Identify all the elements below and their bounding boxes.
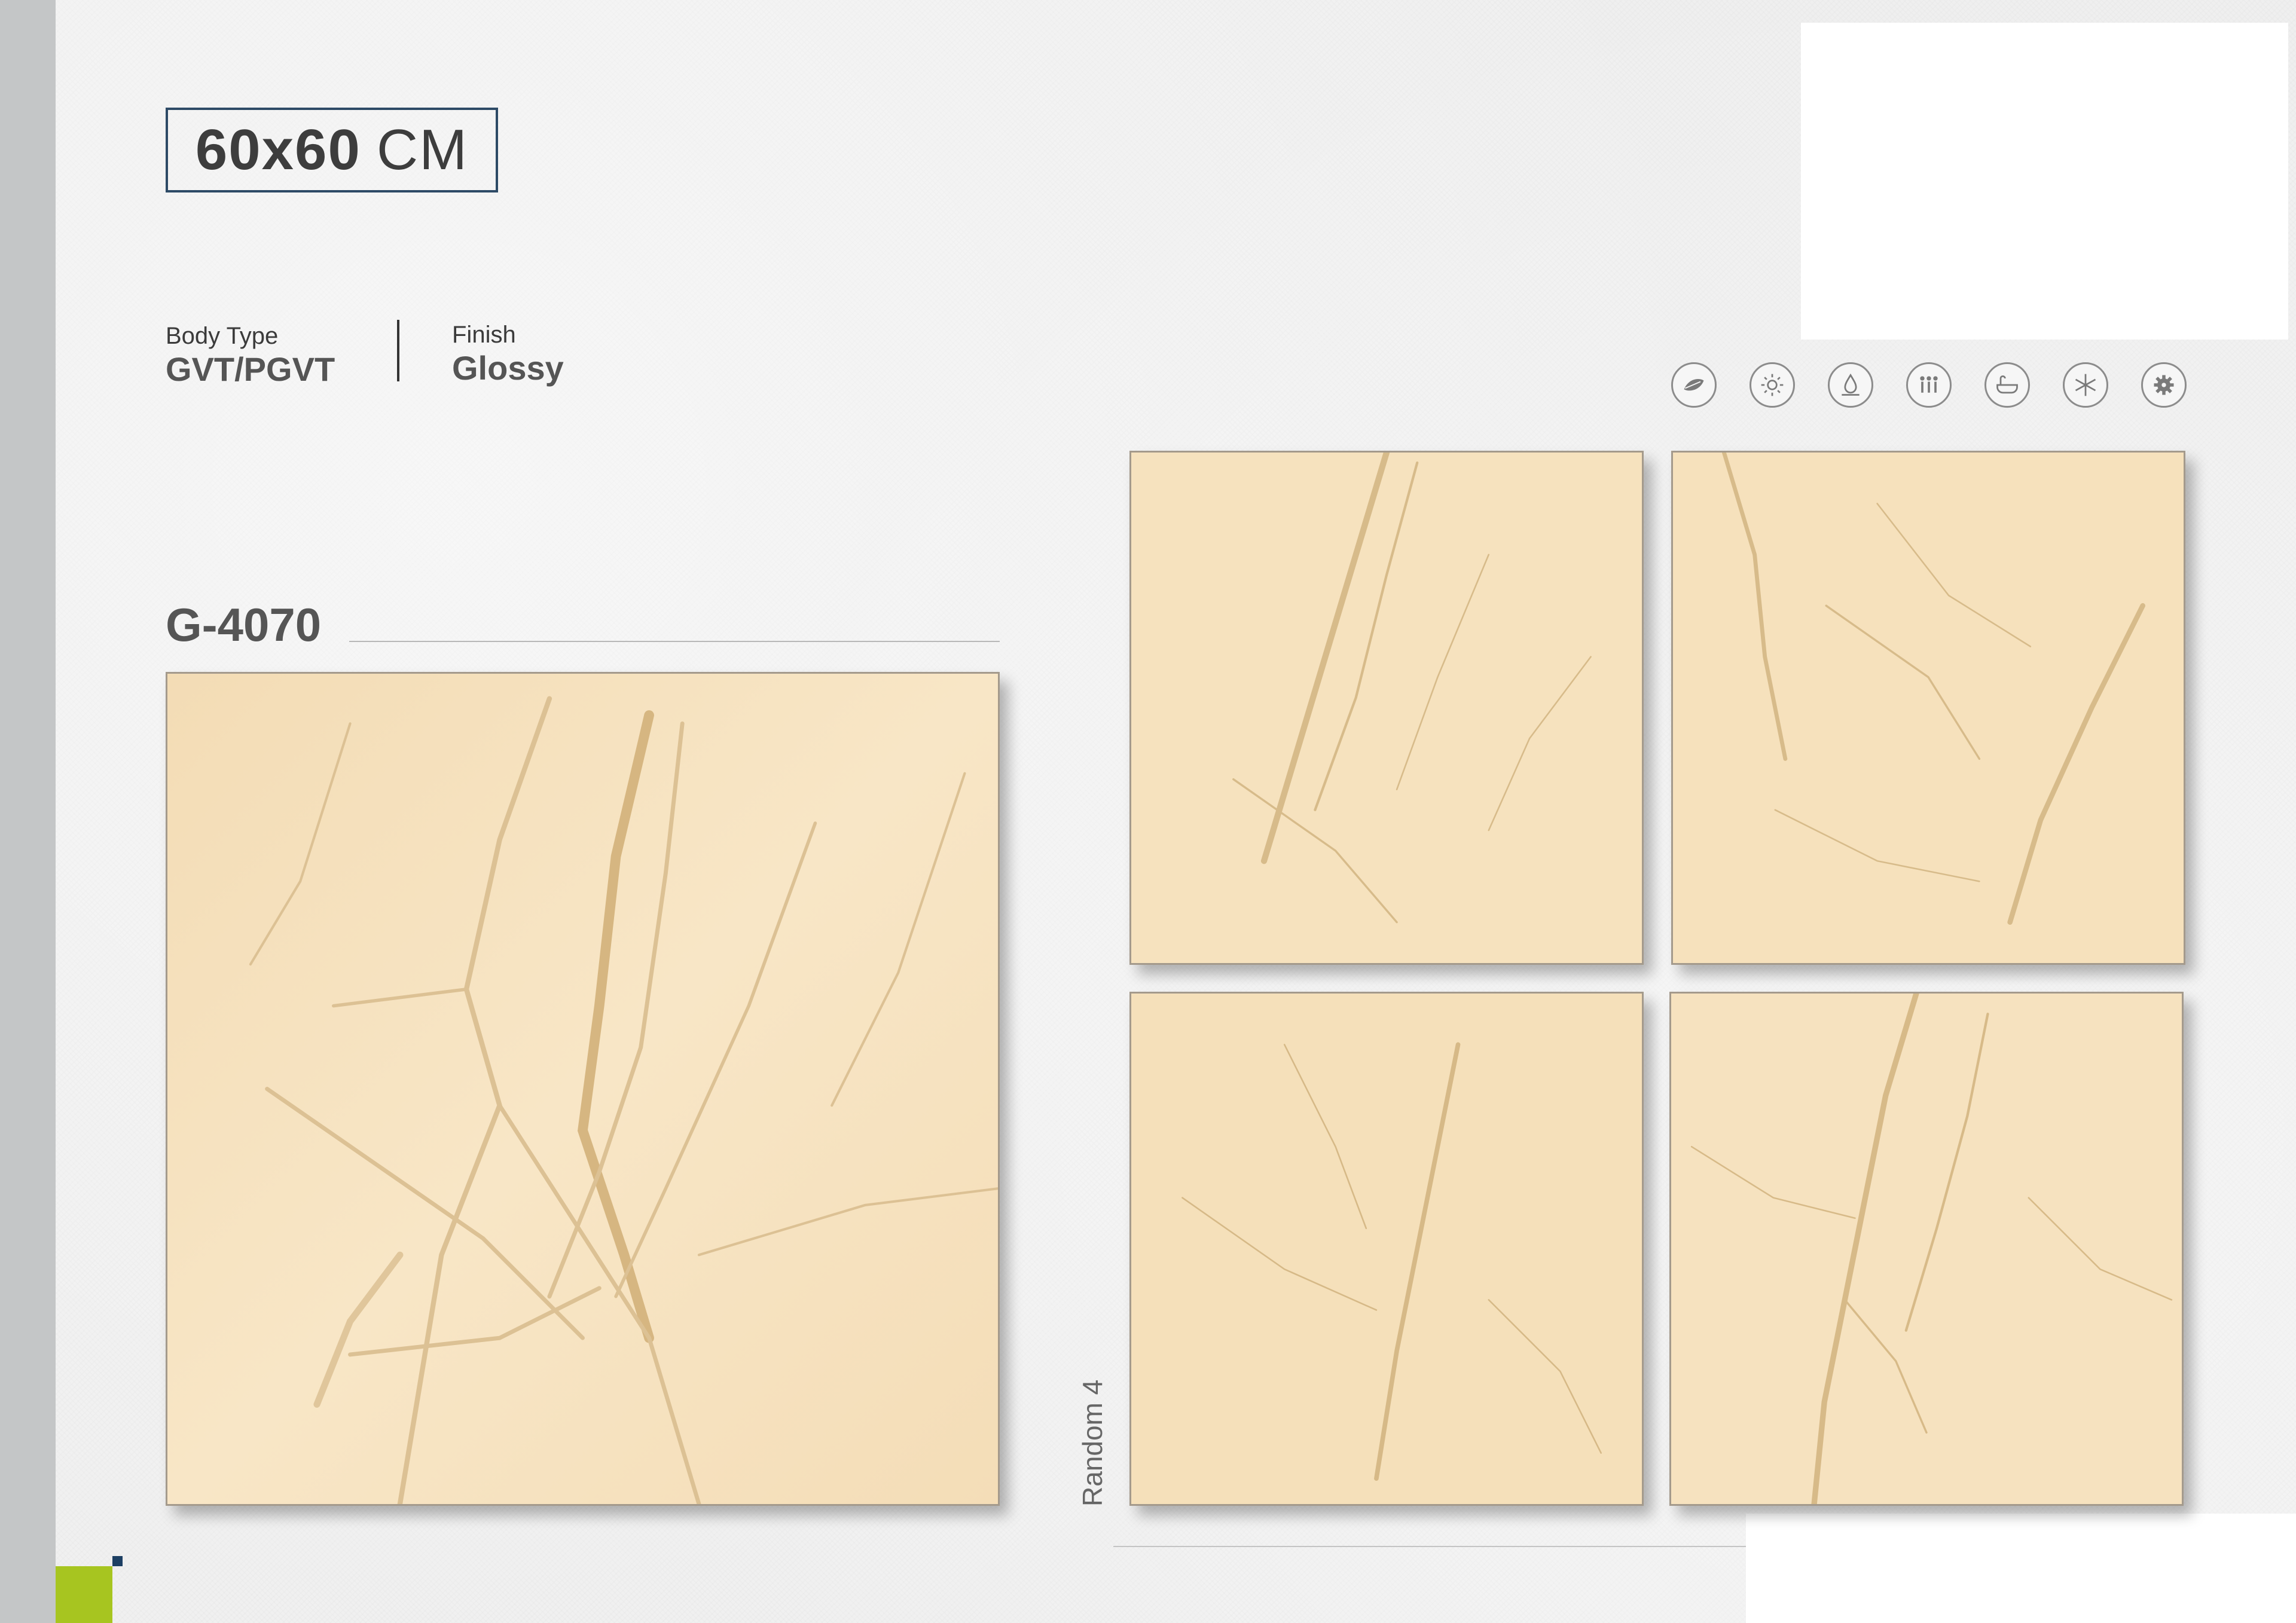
stain-resistant-icon: [1828, 362, 1873, 408]
product-code: G-4070: [166, 598, 322, 651]
body-type-label: Body Type: [166, 323, 279, 349]
bathtub-icon: [1984, 362, 2030, 408]
leaf-icon: [1671, 362, 1717, 408]
blank-area-bottom: [1746, 1514, 2296, 1623]
product-code-rule: [349, 641, 1000, 642]
frost-resistant-icon: [2063, 362, 2108, 408]
finish-value: Glossy: [452, 349, 564, 387]
bottom-rule: [1113, 1546, 1746, 1547]
variant-tile-1: [1129, 451, 1644, 965]
green-corner-square: [56, 1566, 112, 1623]
high-traffic-icon: [1906, 362, 1952, 408]
body-type-value: GVT/PGVT: [166, 350, 335, 388]
sun-icon: [1750, 362, 1795, 408]
finish-label: Finish: [452, 322, 516, 348]
variant-tile-3: [1129, 992, 1644, 1506]
left-gray-strip: [0, 0, 56, 1623]
size-unit: CM: [376, 118, 469, 182]
variant-tile-4: [1669, 992, 2184, 1506]
blank-logo-area-top: [1801, 23, 2288, 340]
size-number: 60x60: [195, 118, 361, 182]
variant-tile-2: [1671, 451, 2185, 965]
feature-icon-row: [1671, 362, 2187, 408]
variants-label: Random 4: [1077, 1379, 1108, 1506]
gear-icon: [2141, 362, 2187, 408]
navy-corner-square: [112, 1556, 123, 1566]
main-tile-image: [166, 672, 1000, 1506]
size-badge: 60x60 CM: [166, 108, 498, 192]
spec-divider: [397, 320, 399, 381]
